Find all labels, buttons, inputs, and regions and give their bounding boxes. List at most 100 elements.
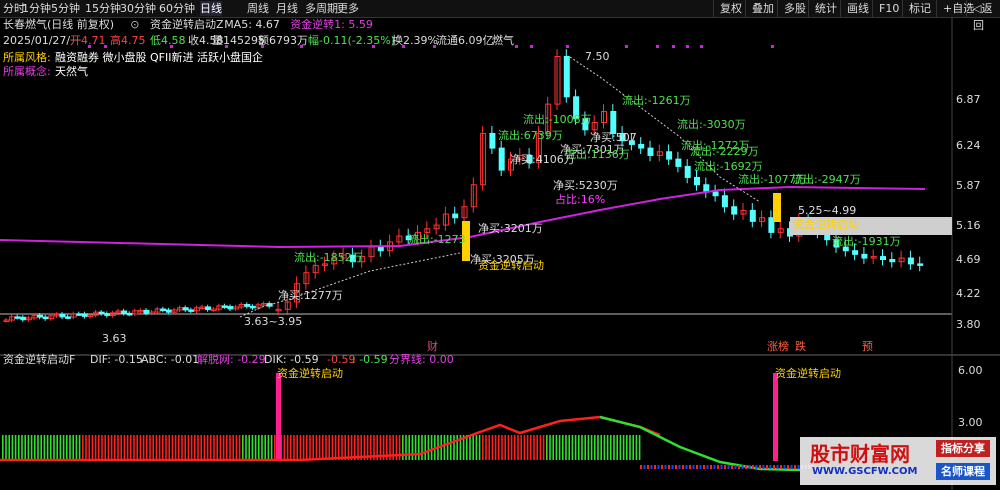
lower-field-0: 资金逆转启动F: [3, 352, 75, 366]
quote-field-2: 高4.75: [110, 33, 146, 47]
zero-marker: [724, 465, 726, 469]
hist-bar: [8, 435, 10, 460]
hist-bar: [203, 435, 206, 460]
zero-marker: [752, 465, 754, 469]
hist-bar: [165, 435, 167, 460]
hist-bar: [629, 435, 631, 460]
lower-field-7: 分界线: 0.00: [389, 352, 454, 366]
hist-bar: [110, 435, 113, 460]
chart-annotation: 预: [862, 340, 873, 353]
price-axis-label: 4.69: [956, 253, 981, 266]
hist-bar: [606, 435, 609, 460]
period-tab-3[interactable]: 15分钟: [85, 1, 121, 16]
candle-body: [165, 309, 172, 313]
toolbar-button-3[interactable]: 统计: [808, 0, 843, 17]
candle-body: [675, 158, 682, 167]
hist-bar: [37, 435, 39, 460]
hist-bar: [523, 435, 526, 460]
hist-bar: [197, 435, 199, 460]
period-tab-7[interactable]: 周线: [247, 1, 269, 16]
hist-bar: [616, 435, 618, 460]
style-label: 所属风格:: [3, 50, 51, 64]
hist-bar: [635, 435, 638, 460]
toolbar-button-1[interactable]: 叠加: [745, 0, 780, 17]
toolbar-button-6[interactable]: 标记: [902, 0, 937, 17]
hist-bar: [264, 435, 266, 460]
indicator-share-button[interactable]: 指标分享: [936, 440, 990, 457]
hist-bar: [178, 435, 180, 460]
hist-bar: [290, 435, 292, 460]
hist-bar: [258, 435, 260, 460]
kline-chart[interactable]: 长春燃气(日线 前复权) ⊙ 资金逆转启动Z MA5: 4.67 资金逆转1: …: [0, 17, 1000, 490]
zero-marker: [640, 465, 642, 469]
hist-bar: [456, 435, 458, 460]
zero-marker: [738, 465, 740, 469]
lower-field-4: DIK: -0.59: [264, 353, 319, 366]
chart-annotation: 流出:-1273: [408, 232, 466, 246]
quote-field-8: 换2.39%: [392, 33, 438, 47]
hist-bar: [318, 435, 321, 460]
candle-body: [452, 213, 459, 219]
marker-dot: [225, 45, 228, 48]
chart-annotation: 流出:-1931万: [832, 234, 901, 248]
zero-marker: [762, 465, 765, 469]
candle-body: [188, 309, 195, 312]
toolbar-button-2[interactable]: 多股: [777, 0, 812, 17]
zero-marker: [685, 465, 688, 469]
hist-bar: [139, 435, 142, 460]
hist-bar: [638, 435, 641, 460]
quote-field-3: 低4.58: [150, 34, 186, 47]
period-tab-10[interactable]: 更多: [337, 1, 359, 16]
marker-dot: [700, 45, 703, 48]
period-tab-9[interactable]: 多周期: [305, 1, 338, 16]
candle-body: [907, 257, 914, 265]
hist-bar: [453, 435, 455, 460]
candle-body: [244, 303, 251, 307]
quote-field-9: 流通6.09亿: [436, 33, 494, 47]
chart-annotation: 净买:4106万: [510, 152, 575, 166]
hist-bar: [488, 435, 490, 460]
hist-bar: [190, 435, 193, 460]
hist-bar: [520, 435, 522, 460]
hist-bar: [424, 435, 426, 460]
lower-signal-label: 资金逆转启动: [775, 366, 841, 380]
marker-dot: [433, 45, 436, 48]
hist-bar: [514, 435, 516, 460]
chart-annotation: 3.63: [102, 332, 127, 345]
hist-bar: [171, 435, 174, 460]
period-tab-5[interactable]: 60分钟: [159, 1, 195, 16]
hist-bar: [123, 435, 126, 460]
hist-bar: [11, 435, 14, 460]
hist-bar: [155, 435, 158, 460]
hist-bar: [498, 435, 500, 460]
period-tab-1[interactable]: 1分钟: [22, 1, 51, 16]
lower-field-6: : -0.59: [352, 353, 388, 366]
period-tab-4[interactable]: 30分钟: [120, 1, 156, 16]
toolbar-button-4[interactable]: 画线: [840, 0, 875, 17]
toolbar-button-0[interactable]: 复权: [713, 0, 748, 17]
hist-bar: [43, 435, 46, 460]
hist-bar: [235, 435, 238, 460]
hist-bar: [334, 435, 337, 460]
period-tab-6[interactable]: 日线: [200, 1, 222, 16]
period-tab-2[interactable]: 5分钟: [51, 1, 80, 16]
hist-bar: [78, 435, 81, 460]
hist-bar: [309, 435, 311, 460]
period-tab-8[interactable]: 月线: [276, 1, 298, 16]
hist-bar: [254, 435, 257, 460]
zero-marker: [647, 465, 649, 469]
teacher-course-button[interactable]: 名师课程: [936, 463, 990, 480]
chart-annotation: 3.63~3.95: [244, 315, 302, 328]
quote-field-1: 开4.71: [70, 34, 106, 47]
zero-marker: [787, 465, 789, 469]
toolbar-button-8[interactable]: ◁返回: [966, 0, 1000, 32]
candle-body: [160, 308, 167, 312]
hist-bar: [229, 435, 231, 460]
hist-bar: [450, 435, 452, 460]
toolbar-button-5[interactable]: F10: [872, 0, 905, 17]
hist-bar: [98, 435, 100, 460]
hist-bar: [40, 435, 42, 460]
header-item-4: 资金逆转1: 5.59: [290, 17, 373, 31]
hist-bar: [66, 435, 68, 460]
lower-axis-label: 6.00: [958, 364, 983, 377]
